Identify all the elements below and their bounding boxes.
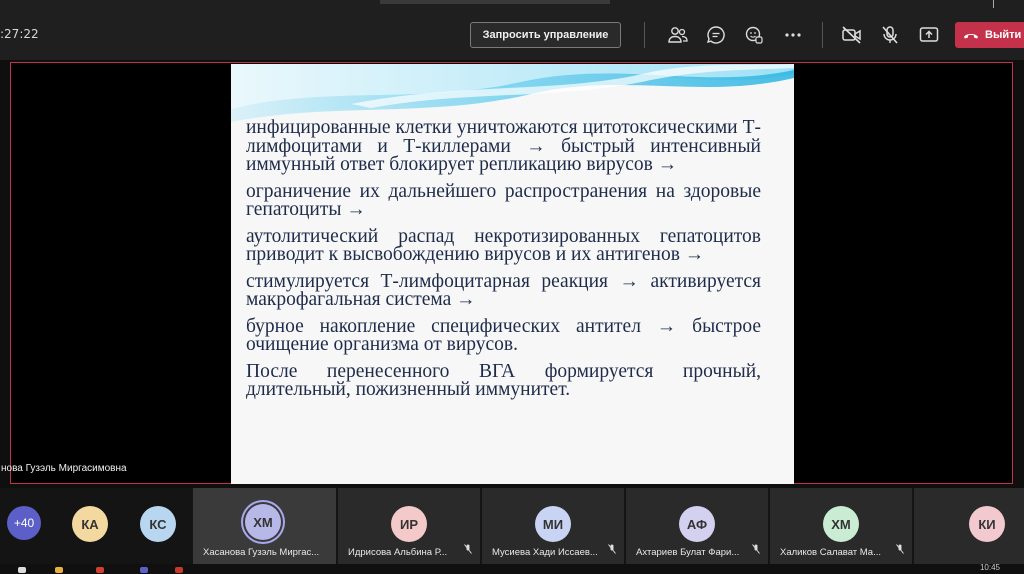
mic-off-icon xyxy=(464,541,472,559)
share-screen-icon[interactable] xyxy=(916,22,942,48)
camera-off-icon[interactable] xyxy=(839,22,865,48)
participant-tile[interactable]: КИ xyxy=(914,488,1024,564)
meeting-toolbar: :27:22 Запросить управление Выйти xyxy=(0,0,1024,60)
participant-tile[interactable]: МИ Мусиева Хади Иссаев... xyxy=(482,488,624,564)
participant-tile[interactable]: АФ Ахтариев Булат Фари... xyxy=(626,488,768,564)
phone-icon xyxy=(964,34,978,39)
chat-icon[interactable] xyxy=(703,22,729,48)
presenter-name-label: нова Гузэль Миргасимовна xyxy=(1,463,127,474)
mic-off-icon xyxy=(752,541,760,559)
mic-off-icon xyxy=(608,541,616,559)
participant-tile[interactable]: ХМ Хасанова Гузэль Миргас... xyxy=(193,488,336,564)
avatar: ХМ xyxy=(823,506,859,542)
slide-paragraph: аутолитический распад некротизированных … xyxy=(246,225,761,265)
avatar: МИ xyxy=(535,506,571,542)
avatar: КИ xyxy=(969,506,1005,542)
app-icon[interactable] xyxy=(175,567,183,573)
toolbar-divider xyxy=(822,22,823,48)
os-taskbar: 10:45 xyxy=(0,563,1024,574)
more-options-icon[interactable] xyxy=(780,22,806,48)
avatar: ИР xyxy=(391,506,427,542)
start-icon[interactable] xyxy=(18,567,26,573)
shared-screen-stage: инфицированные клетки уничтожаются цитот… xyxy=(1,62,1013,484)
slide-paragraph: стимулируется Т-лимфоцитарная реакция → … xyxy=(246,270,761,310)
request-control-button[interactable]: Запросить управление xyxy=(470,22,621,48)
avatar[interactable]: КС xyxy=(140,506,176,542)
clock: 10:45 xyxy=(979,563,1000,572)
participant-name: Хасанова Гузэль Миргас... xyxy=(203,547,320,558)
avatar: АФ xyxy=(679,506,715,542)
slide-paragraph: бурное накопление специфических антител … xyxy=(246,315,761,355)
participant-tile[interactable]: ХМ Халиков Салават Ма... xyxy=(770,488,912,564)
participants-icon[interactable] xyxy=(665,22,691,48)
mic-off-icon[interactable] xyxy=(877,22,903,48)
mic-off-icon xyxy=(896,541,904,559)
slide-paragraph: ограничение их дальнейшего распространен… xyxy=(246,180,761,220)
avatar[interactable]: КА xyxy=(72,506,108,542)
more-participants-button[interactable]: +40 xyxy=(7,506,41,540)
presentation-slide: инфицированные клетки уничтожаются цитот… xyxy=(231,64,794,484)
toolbar-divider xyxy=(644,22,645,48)
leave-button[interactable]: Выйти xyxy=(955,22,1024,48)
slide-paragraph: После перенесенного ВГА формируется проч… xyxy=(246,360,761,400)
folder-icon[interactable] xyxy=(55,567,63,573)
reactions-icon[interactable] xyxy=(741,22,767,48)
avatar: ХМ xyxy=(245,504,281,540)
participant-strip: +40 КА КС ХМ Хасанова Гузэль Миргас... И… xyxy=(0,488,1024,564)
participant-tile[interactable]: ИР Идрисова Альбина Р... xyxy=(338,488,480,564)
participant-name: Мусиева Хади Иссаев... xyxy=(492,547,598,558)
leave-label: Выйти xyxy=(985,29,1022,41)
participant-name: Халиков Салават Ма... xyxy=(780,547,882,558)
slide-body: инфицированные клетки уничтожаются цитот… xyxy=(246,117,761,408)
meeting-timer: :27:22 xyxy=(0,27,39,41)
teams-icon[interactable] xyxy=(140,567,148,573)
browser-icon[interactable] xyxy=(96,567,104,573)
window-edge xyxy=(993,0,994,8)
participant-name: Идрисова Альбина Р... xyxy=(348,547,448,558)
slide-paragraph: инфицированные клетки уничтожаются цитот… xyxy=(246,117,761,175)
participant-name: Ахтариев Булат Фари... xyxy=(636,547,740,558)
title-strip xyxy=(380,0,610,4)
